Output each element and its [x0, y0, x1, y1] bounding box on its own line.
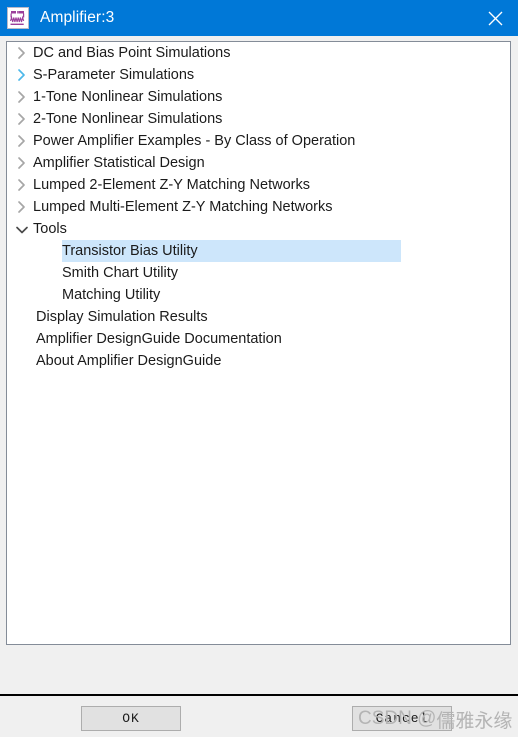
tree-item-amplifier-statistical-design[interactable]: Amplifier Statistical Design	[7, 152, 510, 174]
designguide-tree[interactable]: DC and Bias Point Simulations S-Parameter…	[6, 41, 511, 645]
tree-item-label: 2-Tone Nonlinear Simulations	[33, 111, 223, 127]
chevron-right-icon[interactable]	[10, 108, 33, 130]
tree-item-label: Matching Utility	[62, 287, 161, 303]
chevron-right-icon[interactable]	[10, 196, 33, 218]
tree-item-power-amplifier-examples-by-class-of-operation[interactable]: Power Amplifier Examples - By Class of O…	[7, 130, 510, 152]
chevron-right-icon[interactable]	[10, 86, 33, 108]
footer-divider	[0, 694, 518, 696]
cancel-button[interactable]: Cancel	[352, 706, 452, 731]
tree-item-dc-and-bias-point-simulations[interactable]: DC and Bias Point Simulations	[7, 42, 510, 64]
tree-item-label: S-Parameter Simulations	[33, 67, 195, 83]
chevron-right-icon[interactable]	[10, 64, 33, 86]
tree-item-transistor-bias-utility[interactable]: Transistor Bias Utility	[7, 240, 510, 262]
tree-item-lumped-multi-element-z-y-matching-networks[interactable]: Lumped Multi-Element Z-Y Matching Networ…	[7, 196, 510, 218]
chevron-right-icon[interactable]	[10, 42, 33, 64]
tree-item-label: Lumped Multi-Element Z-Y Matching Networ…	[33, 199, 333, 215]
tree-item-label: Amplifier DesignGuide Documentation	[36, 331, 282, 347]
tree-item-label: Display Simulation Results	[36, 309, 208, 325]
tree-item-label: Power Amplifier Examples - By Class of O…	[33, 133, 356, 149]
chevron-right-icon[interactable]	[10, 152, 33, 174]
chevron-right-icon[interactable]	[10, 130, 33, 152]
close-icon[interactable]	[472, 0, 518, 36]
tree-item-label: Smith Chart Utility	[62, 265, 179, 281]
tree-item-1-tone-nonlinear-simulations[interactable]: 1-Tone Nonlinear Simulations	[7, 86, 510, 108]
tree-item-display-simulation-results[interactable]: Display Simulation Results	[7, 306, 510, 328]
tree-item-matching-utility[interactable]: Matching Utility	[7, 284, 510, 306]
tree-item-tools[interactable]: Tools	[7, 218, 510, 240]
tree-item-smith-chart-utility[interactable]: Smith Chart Utility	[7, 262, 510, 284]
tree-item-label: DC and Bias Point Simulations	[33, 45, 231, 61]
tree-item-label: Amplifier Statistical Design	[33, 155, 205, 171]
tree-item-label: Transistor Bias Utility	[62, 243, 198, 259]
tree-item-lumped-2-element-z-y-matching-networks[interactable]: Lumped 2-Element Z-Y Matching Networks	[7, 174, 510, 196]
tree-item-about-amplifier-designguide[interactable]: About Amplifier DesignGuide	[7, 350, 510, 372]
window-titlebar: Amplifier:3	[0, 0, 518, 36]
chevron-down-icon[interactable]	[10, 218, 33, 240]
tree-item-label: About Amplifier DesignGuide	[36, 353, 222, 369]
tree-item-label: Tools	[33, 221, 67, 237]
tree-item-label: Lumped 2-Element Z-Y Matching Networks	[33, 177, 310, 193]
tree-item-label: 1-Tone Nonlinear Simulations	[33, 89, 223, 105]
tree-item-s-parameter-simulations[interactable]: S-Parameter Simulations	[7, 64, 510, 86]
tree-item-2-tone-nonlinear-simulations[interactable]: 2-Tone Nonlinear Simulations	[7, 108, 510, 130]
tree-item-amplifier-designguide-documentation[interactable]: Amplifier DesignGuide Documentation	[7, 328, 510, 350]
window-title: Amplifier:3	[40, 9, 115, 26]
ok-button[interactable]: OK	[81, 706, 181, 731]
chevron-right-icon[interactable]	[10, 174, 33, 196]
amplifier-schematic-icon	[7, 7, 29, 29]
